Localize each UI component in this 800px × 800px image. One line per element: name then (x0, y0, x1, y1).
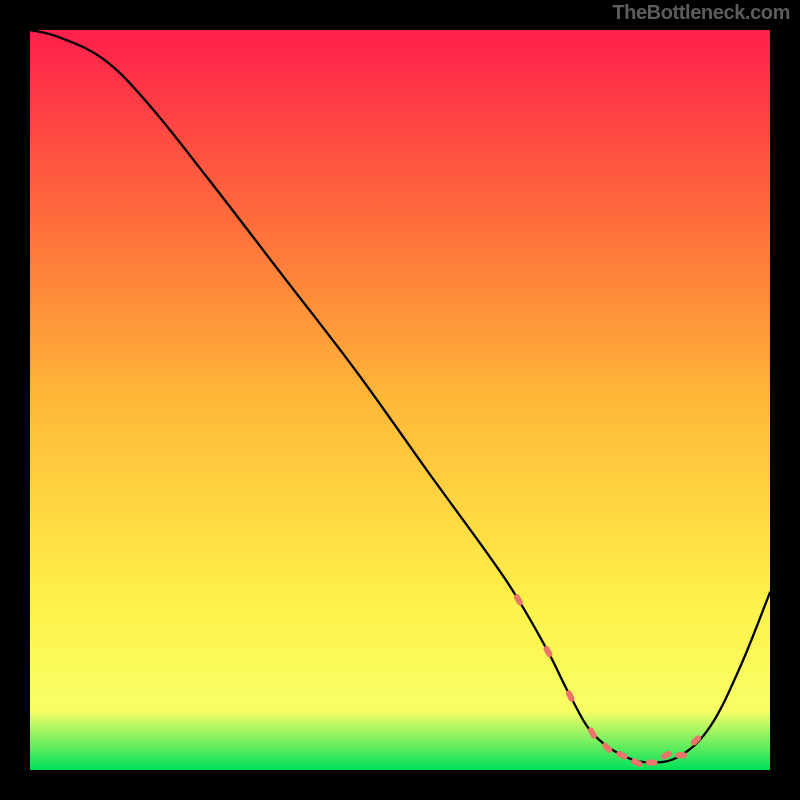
sweet-spot-marker (646, 760, 658, 766)
chart-container: TheBottleneck.com (0, 0, 800, 800)
sweet-spot-marker (675, 752, 687, 758)
plot-svg (30, 30, 770, 770)
watermark-text: TheBottleneck.com (612, 2, 790, 25)
gradient-background (30, 30, 770, 770)
plot-frame (30, 30, 770, 770)
